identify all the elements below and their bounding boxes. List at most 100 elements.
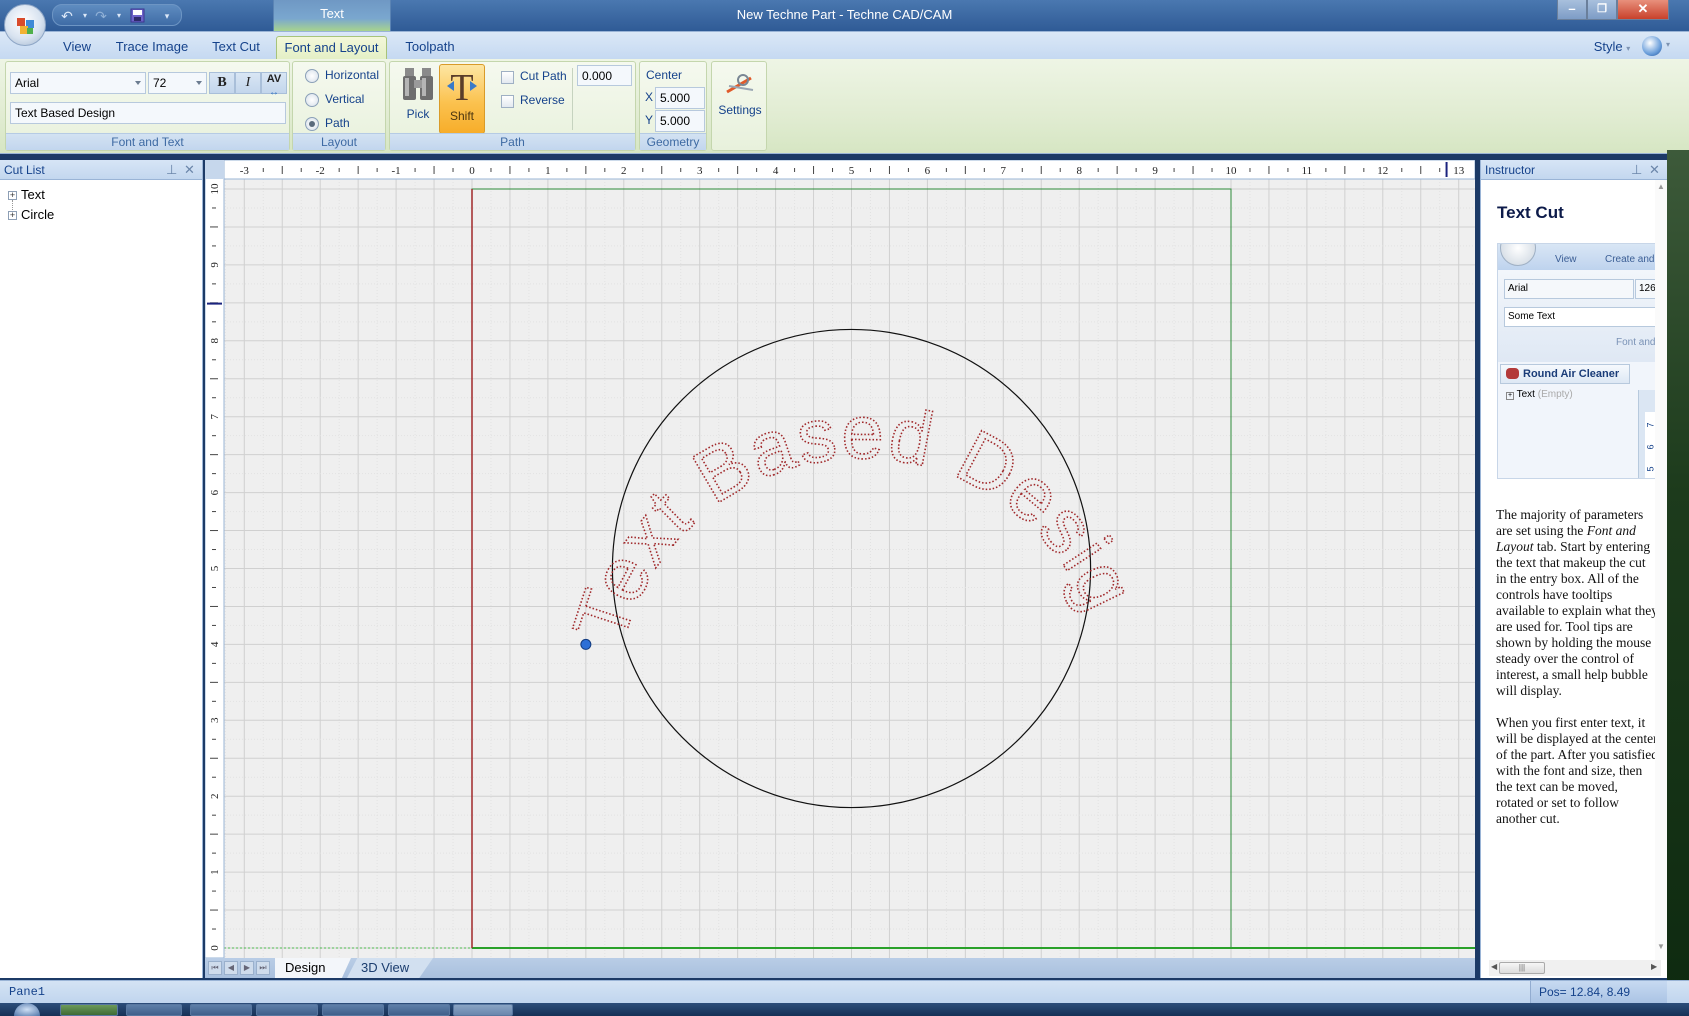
design-canvas[interactable]: Text Based Design-3-2-101234567891011121… [205, 160, 1475, 958]
taskbar-item[interactable] [60, 1004, 118, 1016]
tab-trace-image[interactable]: Trace Image [112, 36, 192, 60]
tree-item-text[interactable]: + Text [8, 187, 45, 202]
undo-dropdown-icon[interactable]: ▾ [77, 8, 93, 24]
preview-tree-item: + Text (Empty) [1506, 389, 1573, 400]
cut-path-checkbox[interactable] [501, 71, 514, 84]
pin-icon[interactable]: ⊥ [166, 162, 177, 178]
pin-icon[interactable]: ⊥ [1631, 162, 1642, 178]
taskbar-item[interactable] [126, 1004, 182, 1016]
text-entry-field[interactable]: Text Based Design [10, 102, 286, 124]
shift-button[interactable]: T Shift [439, 64, 485, 134]
character-spacing-button[interactable]: AV ↔ [261, 72, 287, 98]
center-x-field[interactable]: 5.000 [655, 87, 705, 109]
group-path: Pick T Shift Cut Path Reverse 0.000 Path [389, 61, 636, 151]
taskbar-item[interactable] [322, 1004, 384, 1016]
tree-item-label: Text [21, 187, 45, 202]
redo-icon[interactable]: ↷ [93, 8, 109, 24]
ruler-y-label: 5 [209, 565, 221, 571]
taskbar-item-active[interactable] [453, 1004, 513, 1016]
desktop-background [1667, 150, 1689, 1003]
group-label: Font and Text [6, 133, 289, 150]
group-layout: Horizontal Vertical Path Layout [292, 61, 386, 151]
tab-design[interactable]: Design [275, 958, 351, 978]
context-tab-text[interactable]: Text [273, 0, 391, 31]
scroll-down-icon[interactable]: ▼ [1657, 942, 1665, 951]
style-label: Style [1593, 39, 1623, 54]
start-button[interactable] [14, 1003, 40, 1016]
reverse-checkbox[interactable] [501, 95, 514, 108]
help-icon[interactable] [1642, 36, 1662, 56]
ruler-y-label: 10 [209, 183, 221, 195]
cursor-position: Pos= 12.84, 8.49 [1530, 981, 1667, 1004]
redo-dropdown-icon[interactable]: ▾ [111, 8, 127, 24]
close-icon[interactable]: ✕ [184, 162, 195, 178]
font-value: Arial [15, 76, 40, 90]
ruler-x-label: 12 [1377, 165, 1388, 177]
close-icon[interactable]: ✕ [1649, 162, 1660, 178]
close-button[interactable]: ✕ [1617, 0, 1669, 20]
scroll-left-icon[interactable]: ◀ [1491, 962, 1497, 971]
tab-3d-view[interactable]: 3D View [347, 958, 433, 978]
ruler-y-label: 7 [209, 413, 221, 419]
tree-item-circle[interactable]: + Circle [8, 207, 54, 222]
tab-toolpath[interactable]: Toolpath [398, 36, 462, 60]
restore-button[interactable]: ❐ [1587, 0, 1617, 20]
layout-horizontal-radio[interactable] [305, 69, 319, 83]
instructor-vscrollbar[interactable]: ▲ ▼ [1655, 180, 1667, 960]
taskbar-item[interactable] [388, 1004, 450, 1016]
vertical-ruler[interactable] [205, 160, 225, 958]
application-menu-button[interactable] [4, 4, 46, 46]
last-sheet-icon[interactable]: ⏭ [256, 961, 270, 975]
font-combo[interactable]: Arial [10, 72, 146, 94]
layout-horizontal-label[interactable]: Horizontal [325, 68, 379, 82]
layout-vertical-label[interactable]: Vertical [325, 92, 364, 106]
ruler-y-label: 8 [209, 338, 221, 344]
app-logo-icon [17, 18, 34, 34]
expand-icon[interactable]: + [8, 211, 17, 220]
center-label: Center [646, 68, 683, 82]
minimize-button[interactable]: – [1557, 0, 1587, 20]
italic-button[interactable]: I [235, 72, 261, 94]
first-sheet-icon[interactable]: ⏮ [208, 961, 222, 975]
taskbar-item[interactable] [256, 1004, 318, 1016]
help-dropdown-icon[interactable]: ▾ [1666, 40, 1670, 49]
taskbar-item[interactable] [190, 1004, 252, 1016]
scroll-up-icon[interactable]: ▲ [1657, 182, 1665, 191]
settings-button[interactable]: Settings [714, 64, 766, 148]
layout-vertical-radio[interactable] [305, 93, 319, 107]
customize-qat-icon[interactable]: ▾ [159, 8, 175, 24]
status-bar: Pane1 Pos= 12.84, 8.49 [0, 980, 1689, 1004]
tab-font-and-layout[interactable]: Font and Layout [276, 36, 387, 60]
prev-sheet-icon[interactable]: ◀ [224, 961, 238, 975]
group-geometry: Center X 5.000 Y 5.000 Geometry [639, 61, 707, 151]
undo-icon[interactable]: ↶ [59, 8, 75, 24]
x-label: X [645, 90, 654, 104]
center-y-field[interactable]: 5.000 [655, 110, 705, 132]
style-menu[interactable]: Style ▾ [1592, 36, 1632, 60]
scroll-thumb[interactable]: ||| [1499, 962, 1545, 974]
instructor-hscrollbar[interactable]: ◀ ||| ▶ [1489, 960, 1661, 976]
bold-button[interactable]: B [209, 72, 235, 94]
tab-view[interactable]: View [58, 36, 96, 60]
layout-path-radio[interactable] [305, 117, 319, 131]
save-icon[interactable] [129, 8, 145, 24]
spacing-arrows-icon: ↔ [269, 87, 279, 98]
ruler-y-label: 3 [209, 717, 221, 723]
scroll-right-icon[interactable]: ▶ [1651, 962, 1657, 971]
preview-font-combo: Arial [1504, 279, 1634, 299]
pick-button[interactable]: Pick [395, 64, 441, 134]
reverse-label[interactable]: Reverse [520, 93, 565, 107]
status-pane: Pane1 [9, 985, 46, 999]
anchor-point-marker[interactable] [580, 638, 592, 650]
ruler-x-label: 0 [469, 165, 475, 177]
instructor-paragraph: The majority of parameters are set using… [1496, 507, 1658, 699]
cut-list-panel: Cut List ⊥ ✕ + Text + Circle [0, 160, 203, 978]
font-size-combo[interactable]: 72 [148, 72, 207, 94]
expand-icon[interactable]: + [8, 191, 17, 200]
path-offset-field[interactable]: 0.000 [577, 65, 632, 86]
ruler-y-label: 6 [209, 489, 221, 495]
layout-path-label[interactable]: Path [325, 116, 350, 130]
next-sheet-icon[interactable]: ▶ [240, 961, 254, 975]
cut-path-label[interactable]: Cut Path [520, 69, 567, 83]
tab-text-cut[interactable]: Text Cut [205, 36, 267, 60]
